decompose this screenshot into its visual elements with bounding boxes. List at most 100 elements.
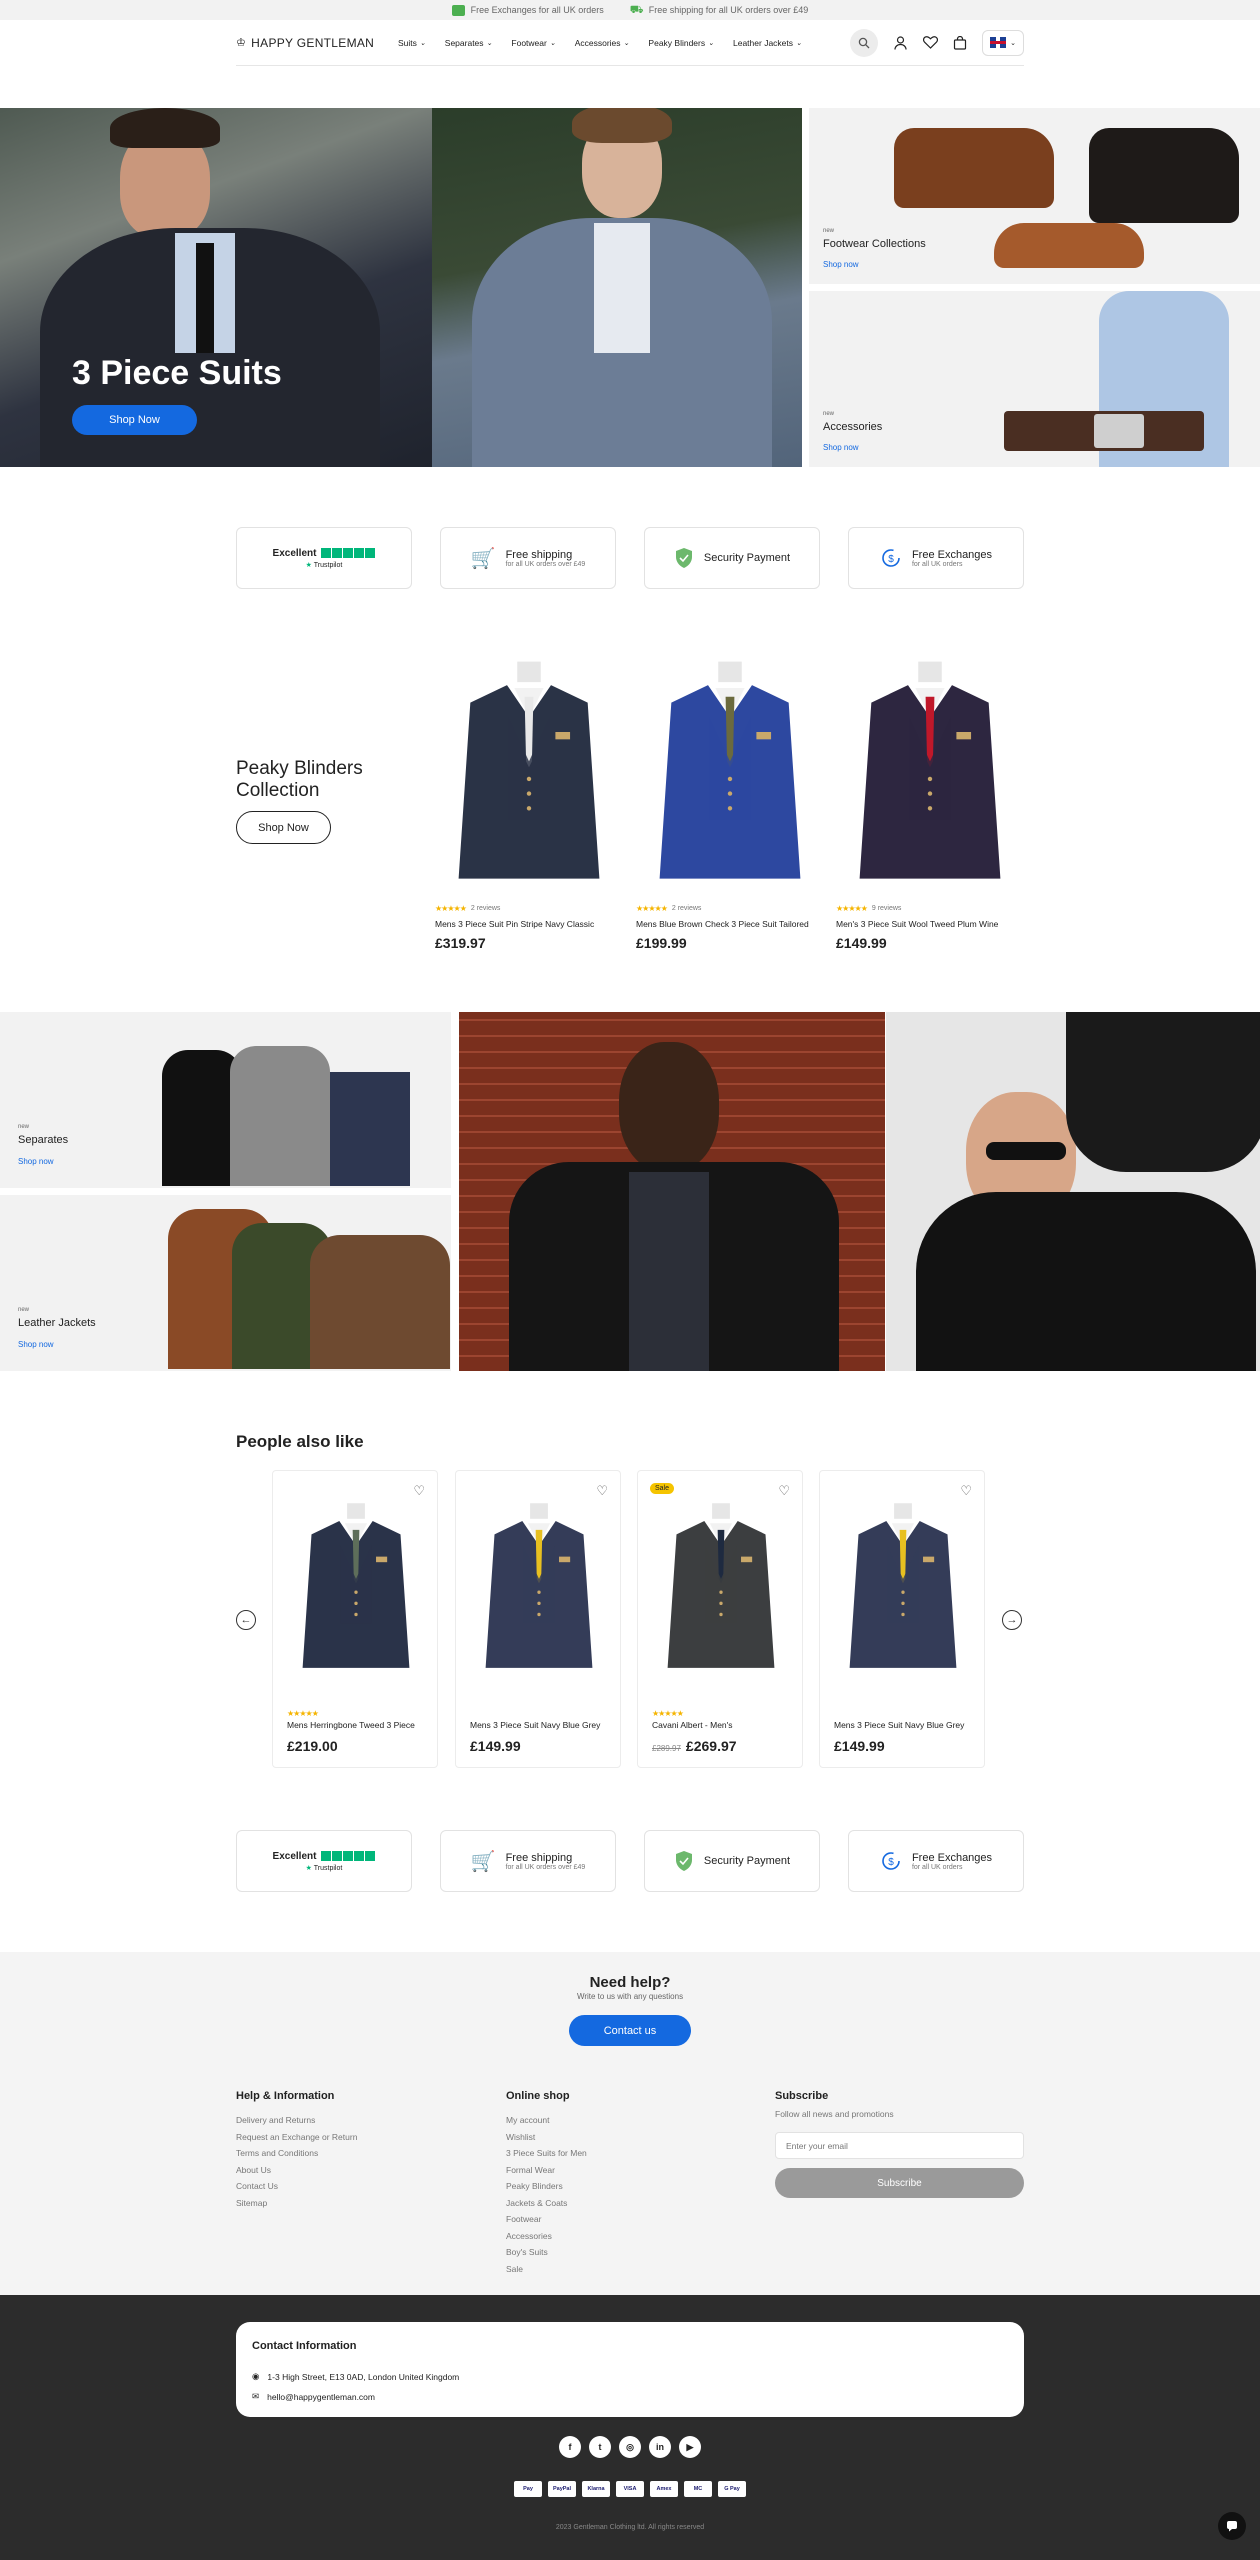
instagram-icon[interactable]: ◎ [619,2436,641,2458]
announcement-text: Free shipping for all UK orders over £49 [648,5,809,15]
footer-link[interactable]: Request an Exchange or Return [236,2129,357,2146]
product-card[interactable]: ★★★★★ 2 reviews Mens Blue Brown Check 3 … [636,652,824,951]
tile-shop-now-link[interactable]: Shop now [18,1340,54,1349]
footer-link[interactable]: Formal Wear [506,2162,587,2179]
exchange-icon: $ [882,1852,900,1870]
product-image[interactable] [648,1501,794,1679]
leather-jacket-man-image[interactable] [459,1012,885,1371]
nav-item-footwear[interactable]: Footwear ⌄ [511,38,555,48]
facebook-icon[interactable]: f [559,2436,581,2458]
product-card[interactable]: ★★★★★ 2 reviews Mens 3 Piece Suit Pin St… [435,652,623,951]
leather-jackets-tile[interactable]: new Leather Jackets Shop now [0,1195,451,1371]
hero-image-check-suit[interactable] [432,108,802,467]
nav-item-peaky-blinders[interactable]: Peaky Blinders ⌄ [648,38,714,48]
contact-us-button[interactable]: Contact us [569,2015,691,2046]
nav-item-separates[interactable]: Separates ⌄ [445,38,493,48]
chevron-down-icon: ⌄ [623,39,630,47]
tile-shop-now-link[interactable]: Shop now [823,260,859,269]
nav-item-leather-jackets[interactable]: Leather Jackets ⌄ [733,38,802,48]
footer-link[interactable]: About Us [236,2162,357,2179]
product-name[interactable]: Mens 3 Piece Suit Navy Blue Grey [834,1720,964,1730]
footer-link[interactable]: Peaky Blinders [506,2178,587,2195]
product-name[interactable]: Mens Herringbone Tweed 3 Piece [287,1720,415,1730]
product-name[interactable]: Cavani Albert - Men's [652,1720,733,1730]
accessories-tile[interactable]: new Accessories Shop now [809,291,1260,467]
footer-link[interactable]: Terms and Conditions [236,2145,357,2162]
tile-new-label: new [18,1307,30,1313]
footer-link[interactable]: Wishlist [506,2129,587,2146]
youtube-icon[interactable]: ▶ [679,2436,701,2458]
nav-item-suits[interactable]: Suits ⌄ [398,38,426,48]
product-image[interactable] [466,1501,612,1679]
cart-button[interactable] [952,35,968,51]
subscribe-column: Subscribe Follow all news and promotions [775,2090,894,2123]
trousers-image [330,1072,410,1186]
shipping-subtitle: for all UK orders over £49 [505,560,586,568]
wishlist-heart-icon[interactable]: ♡ [960,1483,972,1499]
product-name[interactable]: Mens Blue Brown Check 3 Piece Suit Tailo… [636,919,824,929]
separates-tile[interactable]: new Separates Shop now [0,1012,451,1188]
email-line[interactable]: ✉ hello@happygentleman.com [252,2391,375,2402]
language-selector[interactable]: ⌄ [982,29,1024,56]
footer-link[interactable]: 3 Piece Suits for Men [506,2145,587,2162]
wishlist-heart-icon[interactable]: ♡ [413,1483,425,1499]
product-card[interactable]: ♡ ★★★★★ Mens Herringbone Tweed 3 Piece £… [272,1470,438,1768]
product-name[interactable]: Men's 3 Piece Suit Wool Tweed Plum Wine [836,919,1024,929]
twitter-icon[interactable]: t [589,2436,611,2458]
product-name[interactable]: Mens 3 Piece Suit Navy Blue Grey [470,1720,600,1730]
chat-button[interactable] [1218,2512,1246,2540]
nav-item-accessories[interactable]: Accessories ⌄ [575,38,630,48]
carousel-next-button[interactable]: → [1002,1610,1022,1630]
product-card[interactable]: Sale ♡ ★★★★★ Cavani Albert - Men's £289.9… [637,1470,803,1768]
linkedin-icon[interactable]: in [649,2436,671,2458]
trustpilot-card[interactable]: Excellent ★ Trustpilot [236,1830,412,1892]
product-image[interactable] [830,1501,976,1679]
exchange-icon [451,4,465,16]
footer-link[interactable]: Delivery and Returns [236,2112,357,2129]
email-input[interactable]: Enter your email [775,2132,1024,2159]
product-image[interactable] [836,652,1024,896]
subscribe-button[interactable]: Subscribe [775,2168,1024,2198]
chevron-down-icon: ⌄ [1010,39,1016,47]
footer-link[interactable]: My account [506,2112,587,2129]
product-image[interactable] [636,652,824,896]
footwear-tile[interactable]: new Footwear Collections Shop now [809,108,1260,284]
footer-link[interactable]: Jackets & Coats [506,2195,587,2212]
footer-link[interactable]: Sale [506,2261,587,2278]
product-image[interactable] [435,652,623,896]
product-card[interactable]: ♡ ★★★★★ Mens 3 Piece Suit Navy Blue Grey… [819,1470,985,1768]
footer-link[interactable]: Contact Us [236,2178,357,2195]
review-count: 2 reviews [671,905,702,912]
suit-product-image [667,1503,775,1668]
tile-shop-now-link[interactable]: Shop now [823,443,859,452]
logo[interactable]: ♔ HAPPY GENTLEMAN [236,36,398,50]
footer-link[interactable]: Boy's Suits [506,2244,587,2261]
account-button[interactable] [892,35,908,51]
wishlist-heart-icon[interactable]: ♡ [778,1483,790,1499]
exchange-title: Free Exchanges [911,1851,993,1864]
product-card[interactable]: ★★★★★ 9 reviews Men's 3 Piece Suit Wool … [836,652,1024,951]
product-card[interactable]: ♡ ★★★★★ Mens 3 Piece Suit Navy Blue Grey… [455,1470,621,1768]
old-price: £289.97 [652,1744,681,1753]
exchange-subtitle: for all UK orders [911,560,963,568]
rating-stars-icon: ★★★★★ [836,904,868,913]
trustpilot-card[interactable]: Excellent ★ Trustpilot [236,527,412,589]
carousel-prev-button[interactable]: ← [236,1610,256,1630]
suit-product-image [849,1503,957,1668]
trust-bar: Excellent ★ Trustpilot 🛒 Free shipping fo… [236,527,1024,589]
product-image[interactable] [283,1501,429,1679]
tile-title: Leather Jackets [18,1317,96,1329]
footer-link[interactable]: Footwear [506,2211,587,2228]
footer-link[interactable]: Accessories [506,2228,587,2245]
search-button[interactable] [850,28,878,57]
peaky-shop-now-button[interactable]: Shop Now [236,811,331,844]
wishlist-button[interactable] [922,35,938,51]
sweater-man-image[interactable] [886,1012,1260,1371]
product-name[interactable]: Mens 3 Piece Suit Pin Stripe Navy Classi… [435,919,623,929]
mastercard-icon: MC [684,2481,712,2497]
hero-image-suit-man[interactable] [0,108,432,467]
hero-shop-now-button[interactable]: Shop Now [72,405,197,435]
footer-link[interactable]: Sitemap [236,2195,357,2212]
wishlist-heart-icon[interactable]: ♡ [596,1483,608,1499]
tile-shop-now-link[interactable]: Shop now [18,1157,54,1166]
